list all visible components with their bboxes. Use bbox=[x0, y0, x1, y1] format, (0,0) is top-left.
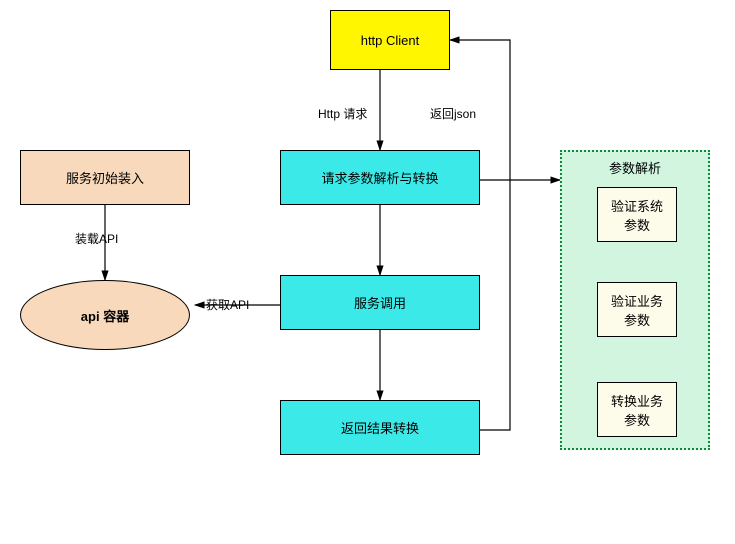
node-verify-business: 验证业务 参数 bbox=[597, 282, 677, 337]
edge-label-get-api: 获取API bbox=[206, 296, 249, 313]
node-convert-business: 转换业务 参数 bbox=[597, 382, 677, 437]
node-service-call-label: 服务调用 bbox=[354, 293, 406, 312]
node-service-init: 服务初始装入 bbox=[20, 150, 190, 205]
group-param-parse: 参数解析 验证系统 参数 验证业务 参数 转换业务 参数 bbox=[560, 150, 710, 450]
node-verify-system-label: 验证系统 参数 bbox=[611, 196, 663, 234]
node-http-client: http Client bbox=[330, 10, 450, 70]
node-http-client-label: http Client bbox=[361, 33, 420, 48]
node-result-convert: 返回结果转换 bbox=[280, 400, 480, 455]
node-api-container-label: api 容器 bbox=[81, 306, 129, 325]
edge-label-load-api: 装载API bbox=[75, 230, 118, 247]
node-convert-business-label: 转换业务 参数 bbox=[611, 391, 663, 429]
group-param-parse-title: 参数解析 bbox=[562, 158, 708, 177]
node-service-call: 服务调用 bbox=[280, 275, 480, 330]
node-verify-business-label: 验证业务 参数 bbox=[611, 291, 663, 329]
node-verify-system: 验证系统 参数 bbox=[597, 187, 677, 242]
node-service-init-label: 服务初始装入 bbox=[66, 168, 144, 187]
edge-label-http-request: Http 请求 bbox=[318, 105, 367, 122]
node-request-parse-label: 请求参数解析与转换 bbox=[321, 168, 438, 187]
node-request-parse: 请求参数解析与转换 bbox=[280, 150, 480, 205]
edge-label-return-json: 返回json bbox=[430, 105, 476, 122]
node-result-convert-label: 返回结果转换 bbox=[341, 418, 419, 437]
node-api-container: api 容器 bbox=[20, 280, 190, 350]
